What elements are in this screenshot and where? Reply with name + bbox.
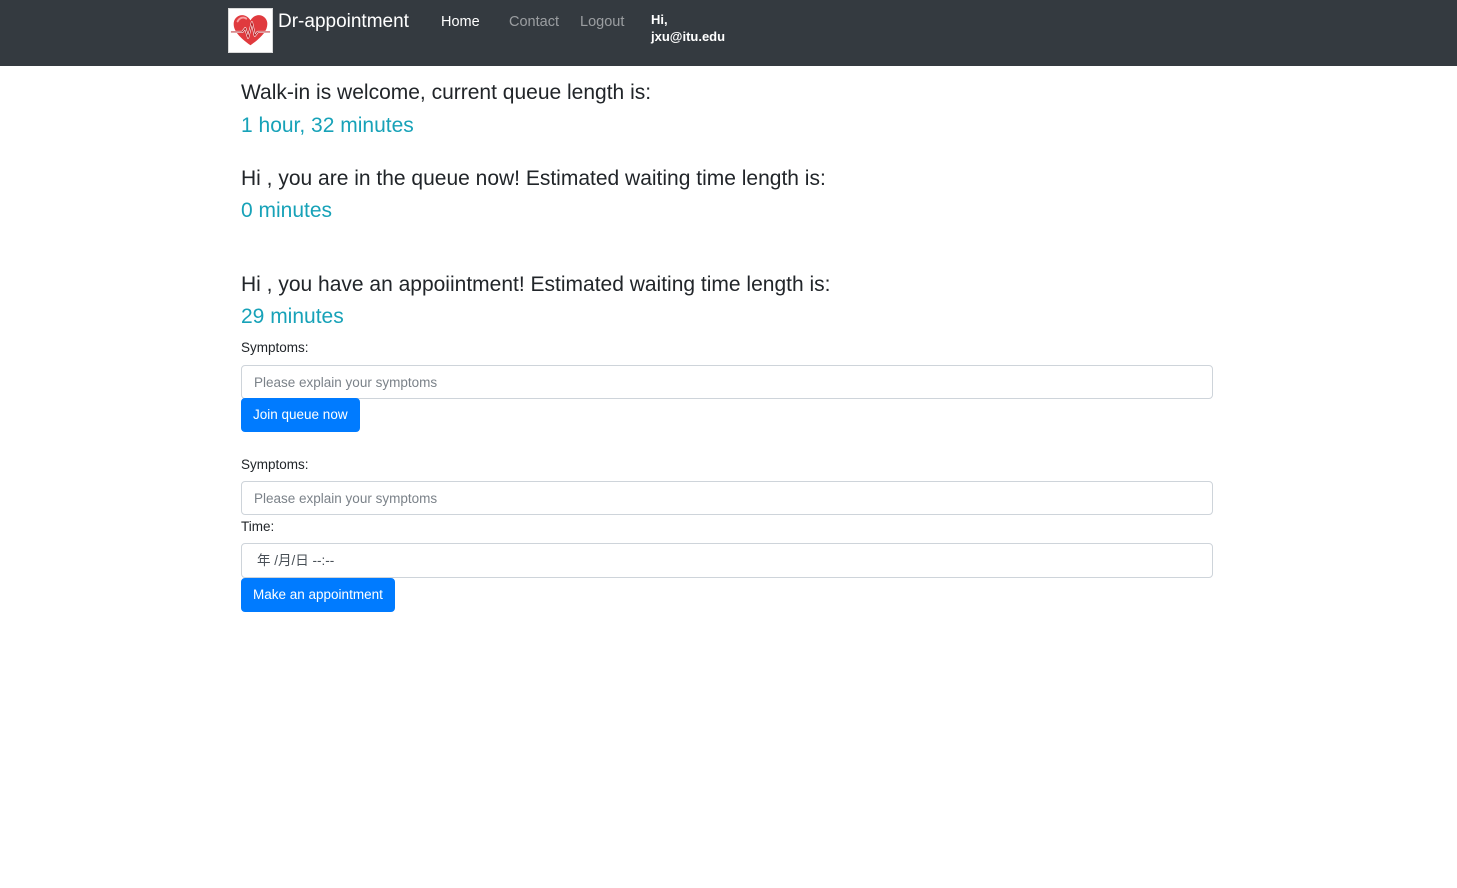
brand-name[interactable]: Dr-appointment: [278, 10, 409, 34]
in-queue-wait-value: 0 minutes: [241, 199, 333, 222]
join-symptoms-label: Symptoms:: [241, 340, 309, 355]
join-queue-button[interactable]: Join queue now: [241, 398, 360, 432]
heart-pulse-icon[interactable]: [228, 8, 273, 53]
appointment-symptoms-input[interactable]: [241, 481, 1213, 515]
in-queue-heading: Hi , you are in the queue now! Estimated…: [241, 167, 826, 190]
appointment-symptoms-label: Symptoms:: [241, 457, 309, 472]
queue-length-heading: Walk-in is welcome, current queue length…: [241, 81, 652, 104]
user-greeting: Hi, jxu@itu.edu: [651, 11, 725, 45]
appointment-heading: Hi , you have an appoiintment! Estimated…: [241, 273, 831, 296]
appointment-time-label: Time:: [241, 519, 275, 534]
join-symptoms-input[interactable]: [241, 365, 1213, 399]
appointment-datetime-input[interactable]: 年 /月/日 --:--: [241, 543, 1213, 578]
appointment-wait-value: 29 minutes: [241, 305, 344, 328]
nav-logout-link[interactable]: Logout: [580, 13, 624, 31]
nav-contact-link[interactable]: Contact: [509, 13, 559, 31]
heart-pulse-graphic: [230, 15, 271, 46]
top-navbar: Dr-appointment Home Contact Logout Hi, j…: [0, 0, 1457, 66]
greeting-hi: Hi,: [651, 12, 668, 27]
queue-length-value: 1 hour, 32 minutes: [241, 114, 414, 137]
make-appointment-button[interactable]: Make an appointment: [241, 578, 395, 612]
nav-home-link[interactable]: Home: [441, 13, 480, 31]
greeting-user-email: jxu@itu.edu: [651, 29, 726, 44]
